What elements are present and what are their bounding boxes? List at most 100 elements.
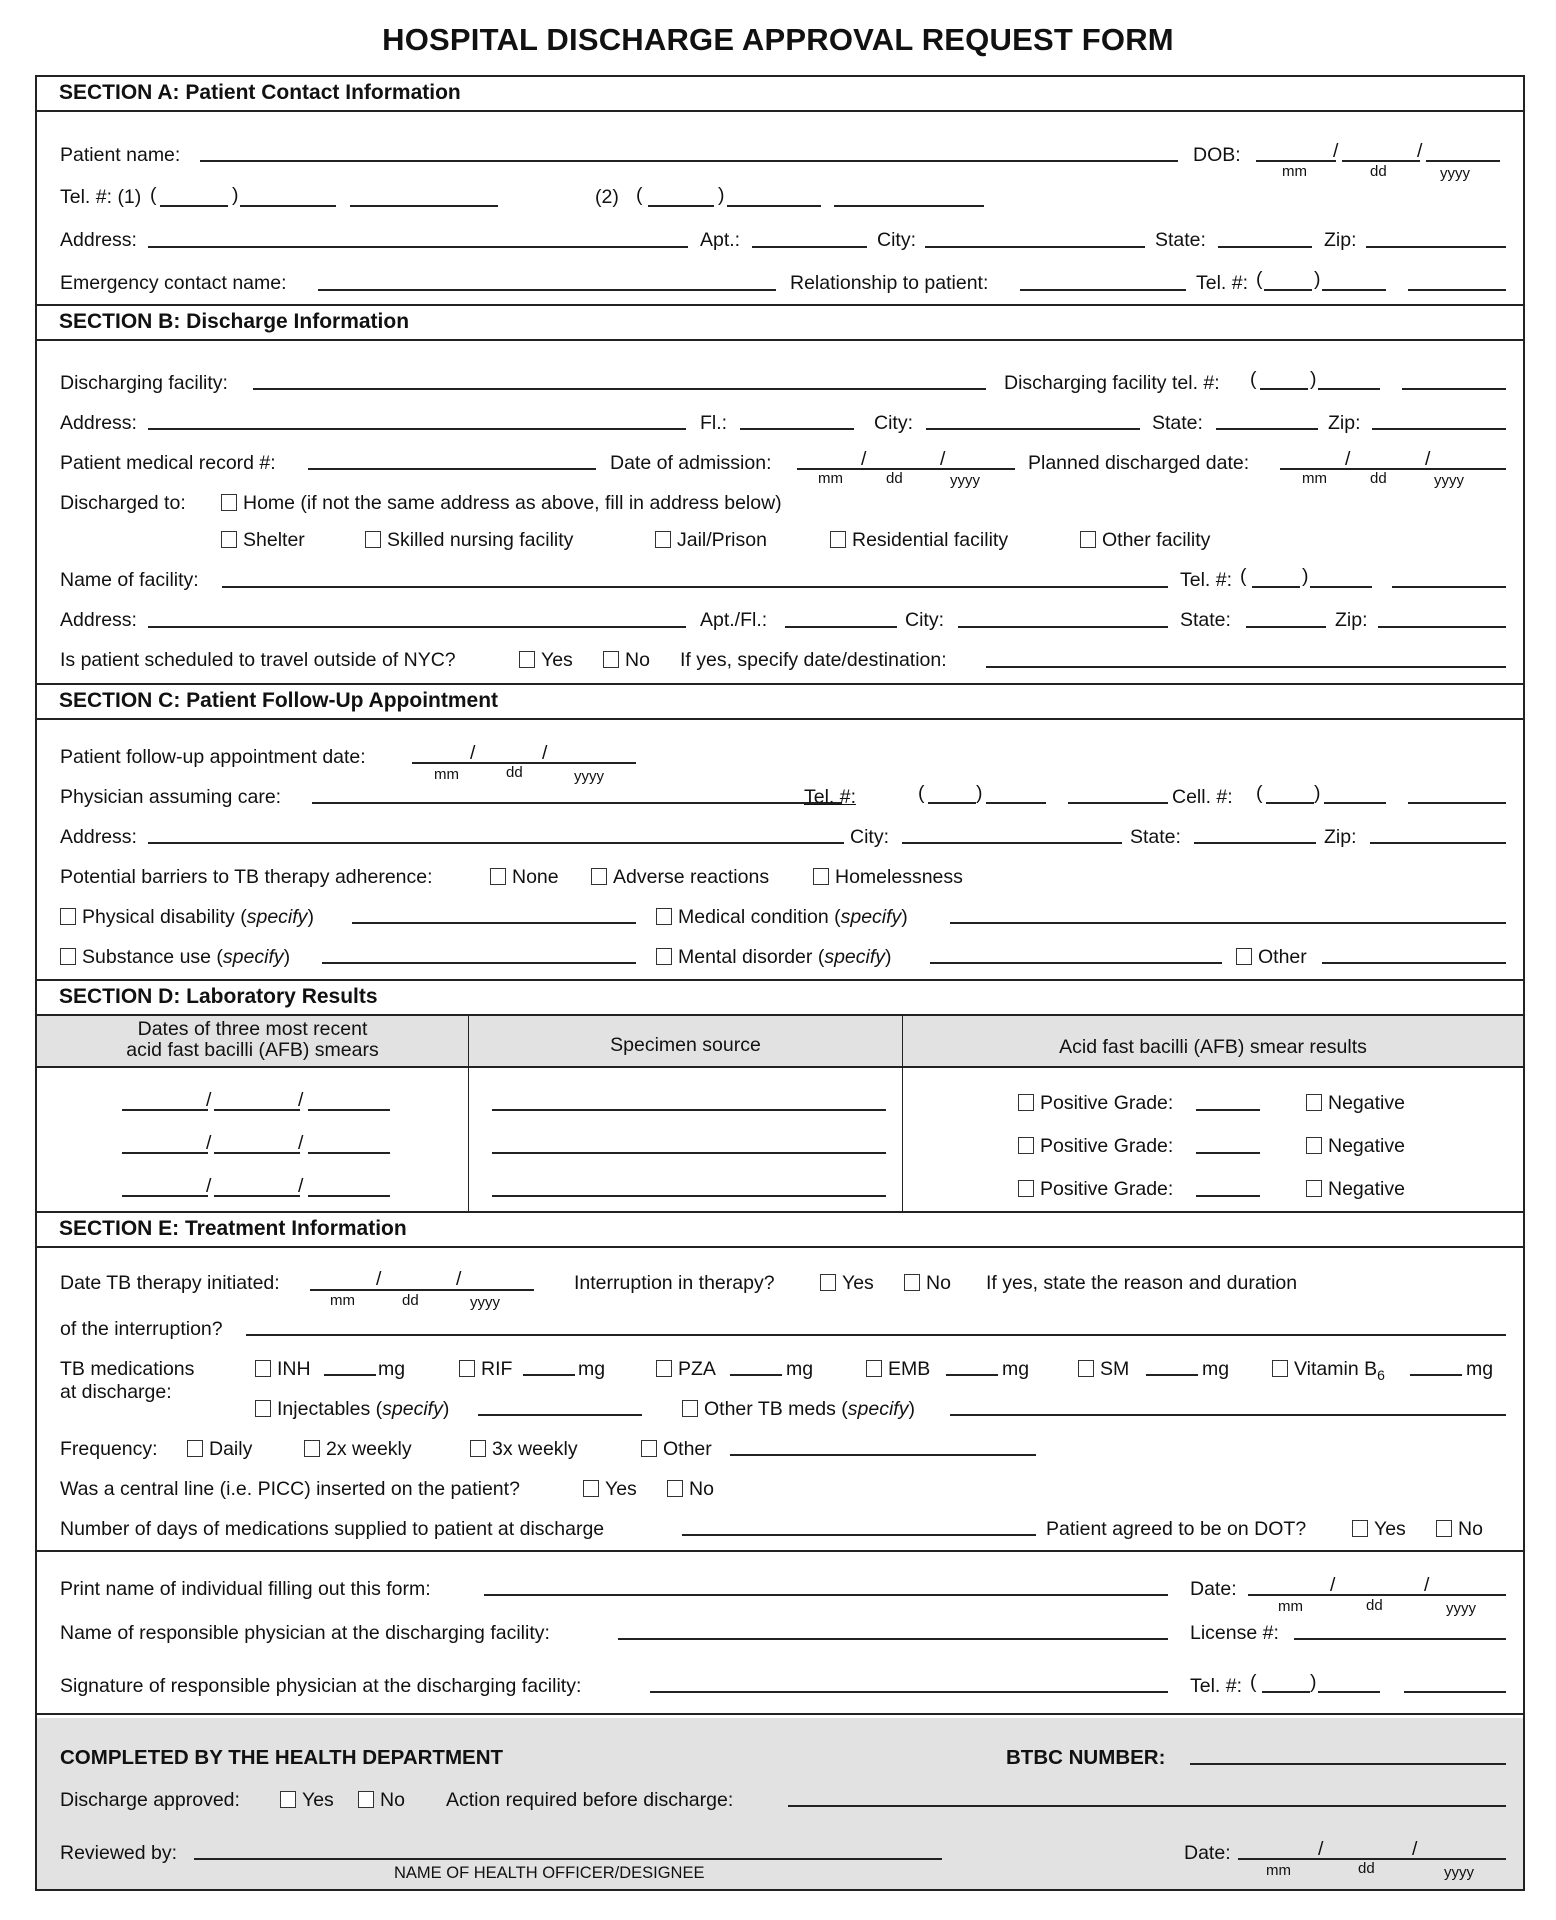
checkbox[interactable] <box>820 1274 836 1291</box>
checkbox[interactable] <box>221 494 237 511</box>
zip-field[interactable] <box>1366 246 1506 248</box>
barrier-none-option[interactable]: None <box>490 866 559 889</box>
vitb6-dose-field[interactable] <box>1410 1374 1462 1376</box>
checkbox[interactable] <box>1352 1520 1368 1537</box>
dot-yes-option[interactable]: Yes <box>1352 1518 1406 1541</box>
tel1-number-field[interactable] <box>350 205 498 207</box>
dob-yyyy-field[interactable] <box>1426 160 1500 162</box>
facility2-city-field[interactable] <box>958 626 1168 628</box>
emb-dose-field[interactable] <box>946 1374 998 1376</box>
negative1-option[interactable]: Negative <box>1306 1092 1405 1115</box>
discharged-shelter-option[interactable]: Shelter <box>221 529 305 552</box>
facility-tel-area-field[interactable] <box>1260 388 1308 390</box>
checkbox[interactable] <box>519 651 535 668</box>
signoff-date-field[interactable] <box>1248 1594 1506 1596</box>
checkbox[interactable] <box>459 1360 475 1377</box>
signoff-tel-number-field[interactable] <box>1404 1691 1506 1693</box>
dob-dd-field[interactable] <box>1342 160 1420 162</box>
relationship-field[interactable] <box>1020 289 1186 291</box>
picc-no-option[interactable]: No <box>667 1478 714 1501</box>
freq-3x-option[interactable]: 3x weekly <box>470 1438 578 1461</box>
barrier-substance-option[interactable]: Substance use (specify) <box>60 946 290 969</box>
reviewed-by-field[interactable] <box>194 1858 942 1860</box>
facility-address-field[interactable] <box>148 428 686 430</box>
med-pza-option[interactable]: PZA <box>656 1358 716 1381</box>
checkbox[interactable] <box>904 1274 920 1291</box>
physician-city-field[interactable] <box>902 842 1122 844</box>
discharged-home-option[interactable]: Home (if not the same address as above, … <box>221 492 782 515</box>
fl-field[interactable] <box>740 428 854 430</box>
positive3-option[interactable]: Positive Grade: <box>1018 1178 1173 1201</box>
emergency-contact-field[interactable] <box>318 289 776 291</box>
tel2-prefix-field[interactable] <box>727 205 821 207</box>
checkbox[interactable] <box>1306 1137 1322 1154</box>
freq-other-field[interactable] <box>730 1454 1036 1456</box>
physician-tel-area-field[interactable] <box>928 802 976 804</box>
checkbox[interactable] <box>1436 1520 1452 1537</box>
approved-no-option[interactable]: No <box>358 1789 405 1812</box>
checkbox[interactable] <box>221 531 237 548</box>
specimen2-field[interactable] <box>492 1152 886 1154</box>
discharged-jail-option[interactable]: Jail/Prison <box>655 529 767 552</box>
discharging-facility-field[interactable] <box>253 388 986 390</box>
negative3-option[interactable]: Negative <box>1306 1178 1405 1201</box>
therapy-initiated-field[interactable] <box>310 1289 534 1291</box>
facility-zip-field[interactable] <box>1372 428 1506 430</box>
positive2-option[interactable]: Positive Grade: <box>1018 1135 1173 1158</box>
med-rif-option[interactable]: RIF <box>459 1358 512 1381</box>
grade2-field[interactable] <box>1196 1152 1260 1154</box>
city-field[interactable] <box>925 246 1145 248</box>
dob-mm-field[interactable] <box>1256 160 1336 162</box>
rif-dose-field[interactable] <box>523 1374 575 1376</box>
tel1-prefix-field[interactable] <box>240 205 336 207</box>
smear2-yyyy-field[interactable] <box>308 1152 390 1154</box>
license-field[interactable] <box>1294 1638 1506 1640</box>
checkbox[interactable] <box>1236 948 1252 965</box>
tel2-number-field[interactable] <box>834 205 984 207</box>
med-sm-option[interactable]: SM <box>1078 1358 1129 1381</box>
mental-specify-field[interactable] <box>930 962 1222 964</box>
facility2-tel-number-field[interactable] <box>1392 586 1506 588</box>
smear3-dd-field[interactable] <box>214 1195 300 1197</box>
specimen1-field[interactable] <box>492 1109 886 1111</box>
checkbox[interactable] <box>656 908 672 925</box>
grade3-field[interactable] <box>1196 1195 1260 1197</box>
checkbox[interactable] <box>830 531 846 548</box>
checkbox[interactable] <box>1272 1360 1288 1377</box>
cell-number-field[interactable] <box>1408 802 1506 804</box>
physical-specify-field[interactable] <box>352 922 636 924</box>
physician-address-field[interactable] <box>148 842 844 844</box>
barrier-other-field[interactable] <box>1322 962 1506 964</box>
facility-state-field[interactable] <box>1216 428 1318 430</box>
travel-no-option[interactable]: No <box>603 649 650 672</box>
med-vitb6-option[interactable]: Vitamin B6 <box>1272 1358 1385 1383</box>
checkbox[interactable] <box>490 868 506 885</box>
freq-daily-option[interactable]: Daily <box>187 1438 252 1461</box>
state-field[interactable] <box>1218 246 1312 248</box>
smear2-dd-field[interactable] <box>214 1152 300 1154</box>
pza-dose-field[interactable] <box>730 1374 782 1376</box>
days-supplied-field[interactable] <box>682 1534 1036 1536</box>
cell-area-field[interactable] <box>1266 802 1314 804</box>
inh-dose-field[interactable] <box>324 1374 376 1376</box>
address-field[interactable] <box>148 246 688 248</box>
positive1-option[interactable]: Positive Grade: <box>1018 1092 1173 1115</box>
facility-name-field[interactable] <box>222 586 1168 588</box>
checkbox[interactable] <box>304 1440 320 1457</box>
checkbox[interactable] <box>656 1360 672 1377</box>
barrier-other-option[interactable]: Other <box>1236 946 1307 969</box>
mrn-field[interactable] <box>308 468 596 470</box>
travel-yes-option[interactable]: Yes <box>519 649 573 672</box>
physician-tel-prefix-field[interactable] <box>986 802 1046 804</box>
tel2-area-field[interactable] <box>648 205 714 207</box>
sm-dose-field[interactable] <box>1146 1374 1198 1376</box>
smear1-mm-field[interactable] <box>122 1109 208 1111</box>
discharged-residential-option[interactable]: Residential facility <box>830 529 1008 552</box>
travel-specify-field[interactable] <box>986 666 1506 668</box>
emergency-tel-number-field[interactable] <box>1408 289 1506 291</box>
checkbox[interactable] <box>583 1480 599 1497</box>
specimen3-field[interactable] <box>492 1195 886 1197</box>
physician-zip-field[interactable] <box>1370 842 1506 844</box>
checkbox[interactable] <box>60 948 76 965</box>
signature-field[interactable] <box>650 1691 1168 1693</box>
